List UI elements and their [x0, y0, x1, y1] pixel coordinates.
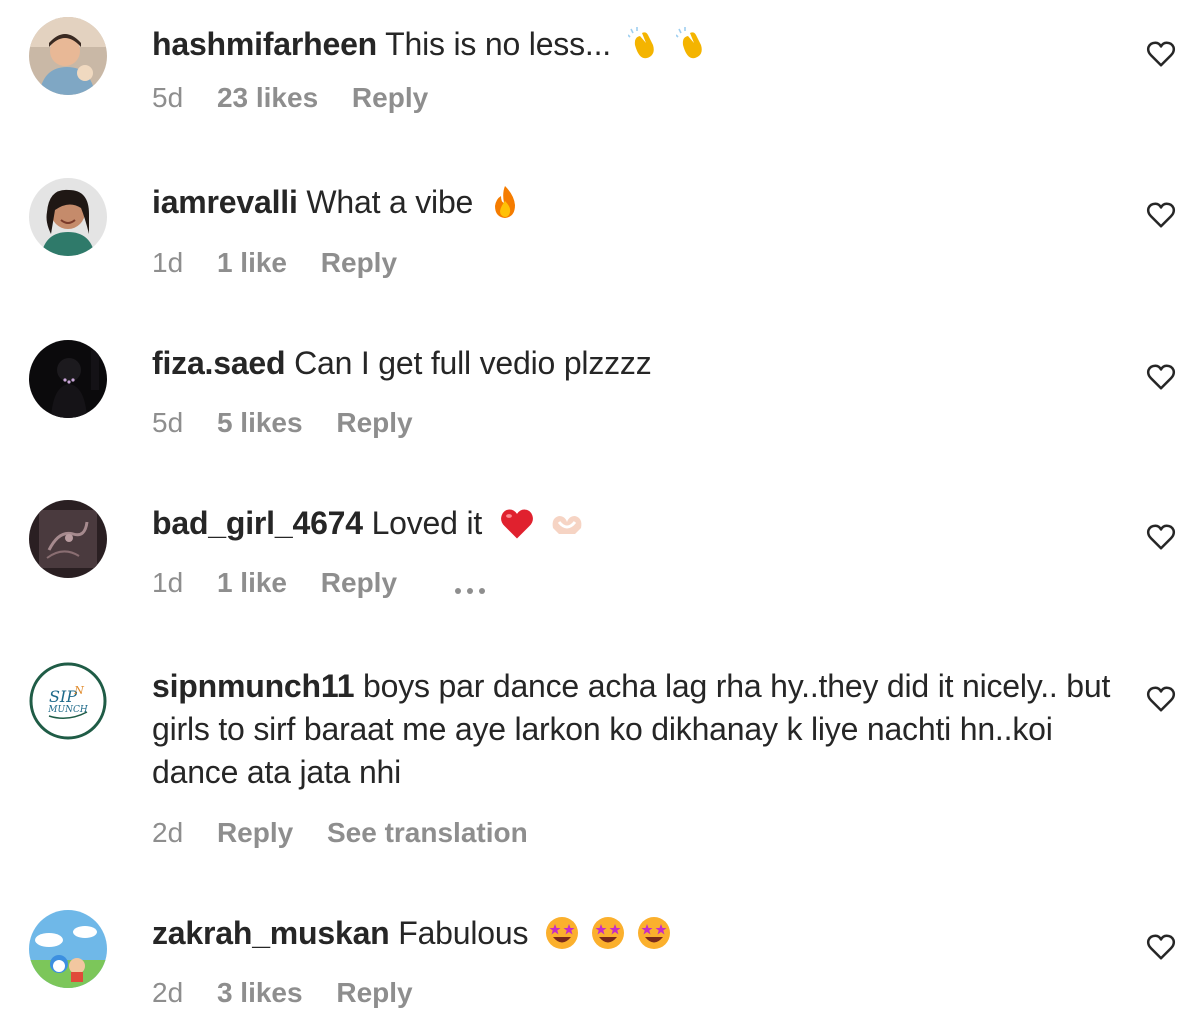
- comment-body: zakrah_muskan Fabulous 2d 3 likes Reply: [152, 910, 1112, 1013]
- like-heart-icon[interactable]: [1146, 932, 1176, 962]
- like-heart-icon[interactable]: [1146, 200, 1176, 230]
- comment-body: sipnmunch11 boys par dance acha lag rha …: [152, 662, 1112, 853]
- comment-meta: 1d 1 like Reply: [152, 563, 1112, 603]
- comment-username[interactable]: sipnmunch11: [152, 668, 355, 704]
- avatar[interactable]: SIP N MUNCH: [29, 662, 107, 740]
- like-heart-icon[interactable]: [1146, 684, 1176, 714]
- comment-time: 1d: [152, 247, 184, 278]
- avatar[interactable]: [29, 17, 107, 95]
- avatar[interactable]: [29, 910, 107, 988]
- reply-button[interactable]: Reply: [321, 243, 397, 283]
- comment-time: 1d: [152, 567, 184, 598]
- more-options-icon[interactable]: [454, 565, 491, 605]
- comment-time: 2d: [152, 977, 184, 1008]
- avatar[interactable]: [29, 178, 107, 256]
- likes-count[interactable]: 5 likes: [217, 403, 303, 443]
- comment-body: iamrevalli What a vibe 1d 1 like Reply: [152, 178, 1112, 283]
- likes-count[interactable]: 1 like: [217, 243, 287, 283]
- reply-button[interactable]: Reply: [336, 973, 412, 1013]
- reply-button[interactable]: Reply: [217, 813, 293, 853]
- svg-text:MUNCH: MUNCH: [47, 705, 88, 715]
- comment-body: hashmifarheen This is no less... 5d 23 l…: [152, 17, 1112, 118]
- comment-text: Can I get full vedio plzzzz: [294, 345, 652, 381]
- like-heart-icon[interactable]: [1146, 362, 1176, 392]
- comment-text: What a vibe: [306, 184, 474, 220]
- clapping-hands-icon: [627, 27, 662, 61]
- avatar[interactable]: [29, 500, 107, 578]
- comment-text: This is no less...: [385, 26, 611, 62]
- comment-username[interactable]: iamrevalli: [152, 184, 298, 220]
- comment-meta: 5d 23 likes Reply: [152, 78, 1112, 118]
- comment-meta: 2d 3 likes Reply: [152, 973, 1112, 1013]
- fire-icon: [490, 185, 520, 219]
- see-translation-link[interactable]: See translation: [327, 813, 528, 853]
- likes-count[interactable]: 3 likes: [217, 973, 303, 1013]
- comment-time: 2d: [152, 817, 184, 848]
- reply-button[interactable]: Reply: [321, 563, 397, 603]
- star-struck-icon: [591, 916, 625, 950]
- comment-username[interactable]: bad_girl_4674: [152, 505, 363, 541]
- comment-body: fiza.saed Can I get full vedio plzzzz 5d…: [152, 340, 1112, 443]
- reply-button[interactable]: Reply: [336, 403, 412, 443]
- comment-text: Fabulous: [398, 915, 529, 951]
- clapping-hands-icon: [675, 27, 710, 61]
- like-heart-icon[interactable]: [1146, 522, 1176, 552]
- likes-count[interactable]: 23 likes: [217, 78, 318, 118]
- heart-hands-icon: [549, 508, 585, 540]
- comment-username[interactable]: hashmifarheen: [152, 26, 377, 62]
- reply-button[interactable]: Reply: [352, 78, 428, 118]
- avatar[interactable]: [29, 340, 107, 418]
- svg-text:N: N: [73, 684, 84, 697]
- likes-count[interactable]: 1 like: [217, 563, 287, 603]
- comment-username[interactable]: zakrah_muskan: [152, 915, 390, 951]
- comment-time: 5d: [152, 407, 184, 438]
- red-heart-icon: [499, 508, 535, 540]
- star-struck-icon: [545, 916, 579, 950]
- like-heart-icon[interactable]: [1146, 39, 1176, 69]
- comment-meta: 1d 1 like Reply: [152, 243, 1112, 283]
- comment-time: 5d: [152, 82, 184, 113]
- comment-text: Loved it: [371, 505, 483, 541]
- svg-text:SIP: SIP: [49, 687, 77, 706]
- comment-meta: 5d 5 likes Reply: [152, 403, 1112, 443]
- comment-body: bad_girl_4674 Loved it 1d 1 like Reply: [152, 500, 1112, 603]
- star-struck-icon: [637, 916, 671, 950]
- comment-username[interactable]: fiza.saed: [152, 345, 286, 381]
- comment-meta: 2d Reply See translation: [152, 813, 1112, 853]
